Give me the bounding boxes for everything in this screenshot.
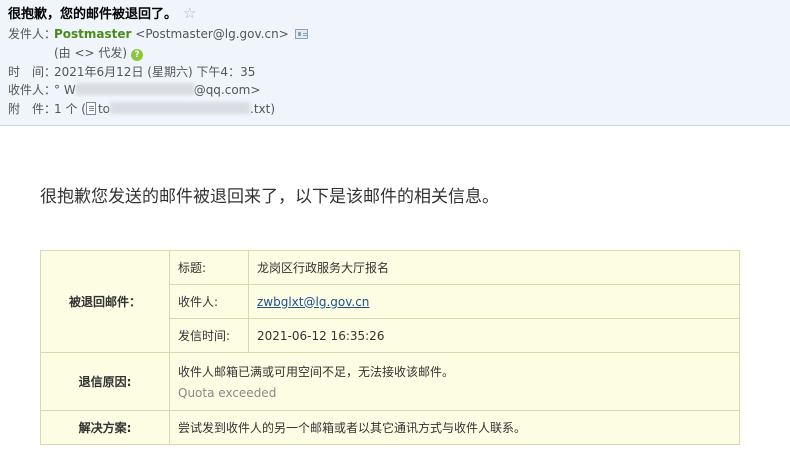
subject-label: 标题: (169, 250, 249, 285)
from-label: 发件人： (8, 27, 57, 41)
attachment-name-prefix[interactable]: to (98, 102, 110, 116)
help-icon[interactable]: ? (131, 49, 144, 61)
time-label: 时 间： (8, 65, 57, 79)
reason-en: Quota exceeded (178, 386, 277, 400)
solution-value: 尝试发到收件人的另一个邮箱或者以其它通讯方式与收件人联系。 (169, 410, 740, 445)
sent-via-text: (由 <> 代发) (54, 46, 128, 60)
attachment-label: 附 件： (8, 102, 57, 116)
solution-label: 解决方案: (40, 410, 170, 445)
recipient-prefix: ° W (54, 83, 76, 97)
subject-text: 很抱歉，您的邮件被退回了。 (8, 7, 178, 22)
sender-address: <Postmaster@lg.gov.cn> (135, 27, 289, 41)
attachment-row: 附 件：1 个 ( to .txt) (8, 100, 275, 118)
time-value: 2021年6月12日 (星期六) 下午4：35 (54, 65, 256, 79)
via-row: (由 <> 代发)? (54, 44, 144, 62)
to-row: 收件人：° W @qq.com> (8, 81, 260, 99)
to-label: 收件人： (8, 83, 57, 97)
returned-mail-label: 被退回邮件： (40, 250, 170, 353)
time-row: 时 间：2021年6月12日 (星期六) 下午4：35 (8, 63, 255, 81)
sent-time-label: 发信时间: (169, 318, 249, 353)
sender-name[interactable]: Postmaster (54, 27, 131, 41)
table-row: 解决方案: 尝试发到收件人的另一个邮箱或者以其它通讯方式与收件人联系。 (40, 410, 740, 445)
file-icon (85, 102, 96, 115)
table-row: 退信原因: 收件人邮箱已满或可用空间不足，无法接收该邮件。 Quota exce… (40, 352, 740, 411)
reason-cell: 收件人邮箱已满或可用空间不足，无法接收该邮件。 Quota exceeded (169, 352, 740, 411)
attachment-name-suffix[interactable]: .txt) (250, 102, 275, 116)
redacted-filename (110, 102, 250, 114)
redacted-address (75, 83, 194, 95)
star-icon[interactable]: ☆ (183, 4, 196, 22)
mail-header: 很抱歉，您的邮件被退回了。 ☆ 发件人：Postmaster <Postmaste… (0, 0, 790, 126)
attachment-count: 1 个 ( (54, 102, 86, 116)
contact-card-icon[interactable] (294, 29, 308, 39)
reason-label: 退信原因: (40, 352, 170, 411)
sent-time-value: 2021-06-12 16:35:26 (248, 318, 740, 353)
table-row: 被退回邮件： 标题: 龙岗区行政服务大厅报名 (40, 250, 740, 353)
recipient-email-link[interactable]: zwbglxt@lg.gov.cn (257, 295, 369, 309)
bounce-intro: 很抱歉您发送的邮件被退回来了，以下是该邮件的相关信息。 (40, 187, 499, 207)
from-row: 发件人：Postmaster <Postmaster@lg.gov.cn> (8, 25, 308, 43)
bounce-info-table: 被退回邮件： 标题: 龙岗区行政服务大厅报名 收件人: zwbglxt@lg.g… (40, 250, 740, 445)
mail-subject: 很抱歉，您的邮件被退回了。 ☆ (8, 3, 196, 22)
recipient-label: 收件人: (169, 284, 249, 319)
reason-cn: 收件人邮箱已满或可用空间不足，无法接收该邮件。 (178, 365, 455, 379)
subject-value: 龙岗区行政服务大厅报名 (248, 250, 740, 285)
recipient-suffix: @qq.com> (193, 83, 261, 97)
